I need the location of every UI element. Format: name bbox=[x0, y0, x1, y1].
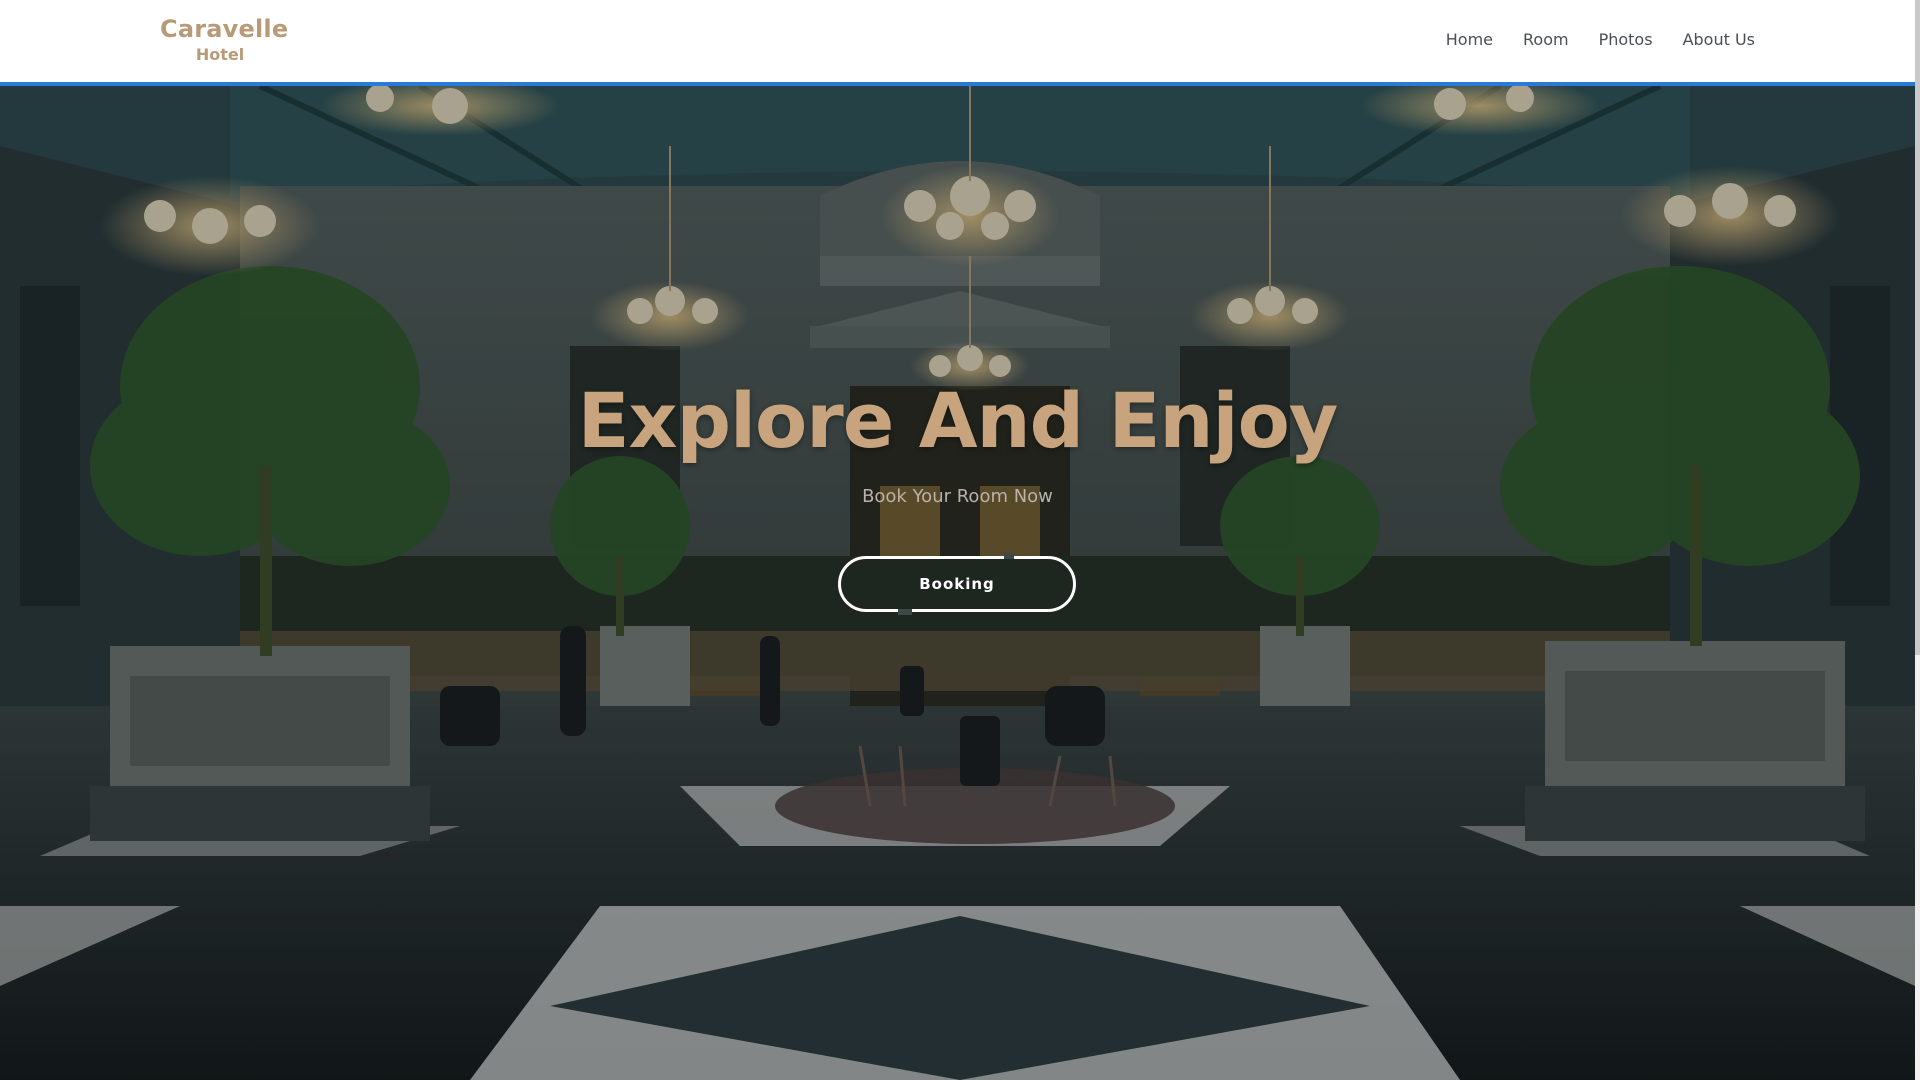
scrollbar-thumb[interactable] bbox=[1915, 0, 1920, 655]
nav-home[interactable]: Home bbox=[1446, 30, 1493, 49]
booking-button[interactable]: Booking bbox=[838, 556, 1076, 612]
brand-name: Caravelle bbox=[160, 15, 289, 43]
hero-title: Explore And Enjoy bbox=[577, 376, 1339, 465]
nav-photos[interactable]: Photos bbox=[1599, 30, 1653, 49]
hero-section: Explore And Enjoy Book Your Room Now Boo… bbox=[0, 86, 1915, 1080]
hero-subtitle: Book Your Room Now bbox=[862, 486, 1053, 507]
nav-about-us[interactable]: About Us bbox=[1683, 30, 1755, 49]
site-header: Caravelle Hotel Home Room Photos About U… bbox=[0, 0, 1915, 86]
nav-room[interactable]: Room bbox=[1523, 30, 1569, 49]
brand-logo[interactable]: Caravelle Hotel bbox=[160, 14, 289, 65]
button-decoration bbox=[898, 609, 912, 615]
button-decoration bbox=[1004, 553, 1014, 559]
brand-subtitle: Hotel bbox=[195, 45, 245, 64]
main-nav: Home Room Photos About Us bbox=[1446, 30, 1755, 49]
page-scrollbar[interactable] bbox=[1915, 0, 1920, 1080]
